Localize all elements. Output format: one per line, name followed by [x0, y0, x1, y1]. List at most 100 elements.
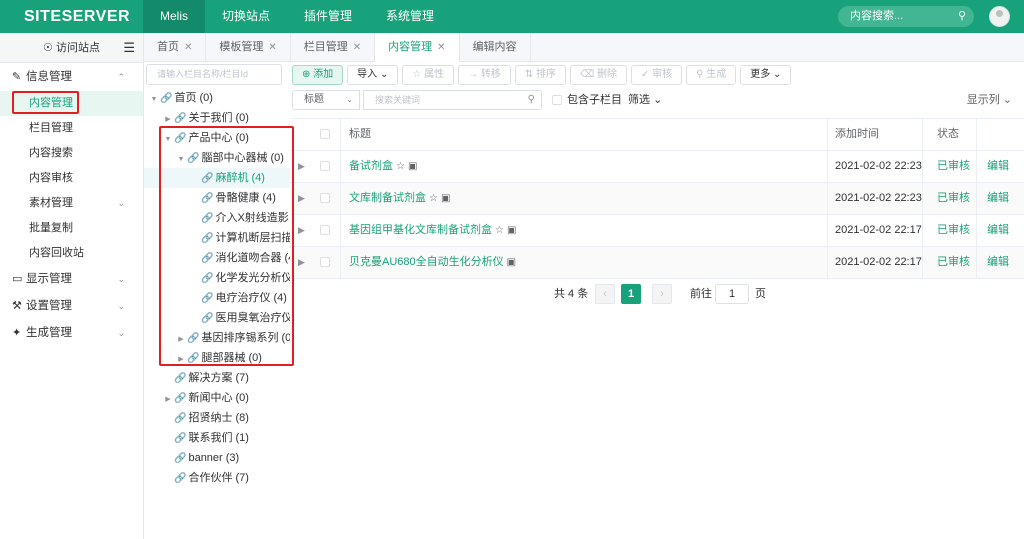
close-icon[interactable]: ✕ [184, 42, 192, 53]
checkbox[interactable] [320, 129, 330, 140]
caret-right-icon[interactable]: ▶ [162, 390, 174, 408]
nav-plugin-management[interactable]: 插件管理 [287, 0, 369, 33]
tab-edit-content[interactable]: 编辑内容 [460, 33, 531, 62]
goto-page-input[interactable]: 1 [715, 284, 749, 304]
close-icon[interactable]: ✕ [268, 42, 276, 53]
sidebar-group-info[interactable]: ✎ 信息管理 ⌃ [0, 64, 143, 91]
tree-node[interactable]: 🔗 banner (3) [144, 448, 290, 468]
attributes-button[interactable]: ☆ 属性 [402, 65, 455, 85]
edit-link[interactable]: 编辑 [987, 151, 1009, 182]
expand-icon[interactable]: ▶ [298, 215, 305, 246]
filter-dropdown[interactable]: 筛选 ⌄ [628, 90, 662, 110]
expand-icon[interactable]: ▶ [298, 151, 305, 182]
sort-button[interactable]: ⇅ 排序 [514, 65, 567, 85]
edit-link[interactable]: 编辑 [987, 247, 1009, 278]
table-row[interactable]: ▶ 备试剂盒 ☆ ▣ 2021-02-02 22:23 已审核 编辑 [290, 151, 1024, 183]
tab-bar: 首页 ✕ 模板管理 ✕ 栏目管理 ✕ 内容管理 ✕ 编辑内容 [144, 33, 1024, 62]
sidebar-item-recycle-bin[interactable]: 内容回收站 [0, 241, 143, 266]
row-checkbox[interactable] [320, 247, 330, 278]
transfer-button[interactable]: → 转移 [458, 65, 511, 85]
tree-node[interactable]: 🔗 解决方案 (7) [144, 368, 290, 388]
select-all-checkbox[interactable] [320, 119, 330, 150]
tree-node[interactable]: 🔗 合作伙伴 (7) [144, 468, 290, 488]
sidebar-item-channel-management[interactable]: 栏目管理 [0, 116, 143, 141]
import-dropdown-button[interactable]: 导入 ⌄ [347, 65, 399, 85]
tree-node[interactable]: ▼ 🔗 首页 (0) [144, 88, 290, 108]
edit-link[interactable]: 编辑 [987, 183, 1009, 214]
sidebar-item-materials[interactable]: 素材管理 ⌄ [0, 191, 143, 216]
nav-switch-site[interactable]: 切换站点 [205, 0, 287, 33]
visit-site-button[interactable]: ☉ 访问站点 [43, 42, 100, 54]
row-checkbox[interactable] [320, 183, 330, 214]
content-title-link[interactable]: 贝克曼AU680全自动生化分析仪 [349, 256, 504, 268]
filter-bar: 标题 ⌄ 搜索关键词 ⚲ 包含子栏目 筛选 ⌄ 显示列 ⌄ [292, 90, 1012, 110]
show-columns-dropdown[interactable]: 显示列 ⌄ [967, 90, 1012, 110]
compass-icon: ☉ [43, 42, 53, 54]
tab-home[interactable]: 首页 ✕ [144, 33, 207, 62]
channel-filter-input[interactable]: 请输入栏目名称/栏目Id [146, 64, 282, 85]
checkbox[interactable] [552, 95, 562, 106]
caret-down-icon[interactable]: ▼ [148, 90, 160, 108]
search-icon[interactable]: ⚲ [958, 6, 966, 27]
content-search-input[interactable]: 内容搜索... ⚲ [838, 6, 974, 27]
table-row[interactable]: ▶ 文库制备试剂盒 ☆ ▣ 2021-02-02 22:23 已审核 编辑 [290, 183, 1024, 215]
row-checkbox[interactable] [320, 215, 330, 246]
close-icon[interactable]: ✕ [353, 42, 361, 53]
close-icon[interactable]: ✕ [437, 42, 445, 53]
menu-toggle-icon[interactable]: ☰ [123, 33, 135, 63]
next-page-button[interactable]: › [652, 284, 672, 304]
review-button[interactable]: ✓ 审核 [630, 65, 683, 85]
more-dropdown-button[interactable]: 更多 ⌄ [740, 65, 792, 85]
add-button[interactable]: ⊕ 添加 [292, 65, 344, 85]
nav-system-management[interactable]: 系统管理 [369, 0, 451, 33]
tree-node[interactable]: 🔗 招贤纳士 (8) [144, 408, 290, 428]
divider [976, 183, 977, 214]
include-subchannels-checkbox[interactable]: 包含子栏目 [552, 90, 622, 110]
table-row[interactable]: ▶ 贝克曼AU680全自动生化分析仪 ▣ 2021-02-02 22:17 已审核… [290, 247, 1024, 279]
edit-link[interactable]: 编辑 [987, 215, 1009, 246]
content-title-link[interactable]: 备试剂盒 [349, 160, 393, 172]
divider [827, 151, 828, 182]
content-toolbar: ⊕ 添加 导入 ⌄ ☆ 属性 → 转移 ⇅ 排序 ⌫ 删除 ✓ 审核 ⚲ 生成 … [292, 65, 795, 85]
search-field-select[interactable]: 标题 ⌄ [292, 90, 360, 110]
tree-node[interactable]: 🔗 联系我们 (1) [144, 428, 290, 448]
button-label: 导入 [357, 69, 378, 80]
search-icon[interactable]: ⚲ [528, 91, 535, 109]
time-cell: 2021-02-02 22:17 [835, 256, 922, 268]
checkbox[interactable] [320, 193, 330, 204]
sidebar-item-content-review[interactable]: 内容审核 [0, 166, 143, 191]
sidebar-item-batch-copy[interactable]: 批量复制 [0, 216, 143, 241]
button-label: 生成 [706, 69, 727, 80]
expand-icon[interactable]: ▶ [298, 183, 305, 214]
content-title-link[interactable]: 基因组甲基化文库制备试剂盒 [349, 224, 492, 236]
expand-icon[interactable]: ▶ [298, 247, 305, 278]
checkbox[interactable] [320, 225, 330, 236]
link-icon: 🔗 [174, 373, 187, 384]
tab-channel-management[interactable]: 栏目管理 ✕ [291, 33, 376, 62]
user-avatar[interactable] [989, 6, 1010, 27]
sidebar-group-settings[interactable]: ⚒ 设置管理 ⌄ [0, 293, 143, 320]
delete-button[interactable]: ⌫ 删除 [570, 65, 627, 85]
column-header-time[interactable]: 添加时间 [835, 119, 879, 150]
siteserver-logo[interactable]: SITESERVER [24, 8, 130, 26]
tab-template-management[interactable]: 模板管理 ✕ [206, 33, 291, 62]
sidebar-item-content-search[interactable]: 内容搜索 [0, 141, 143, 166]
content-title-link[interactable]: 文库制备试剂盒 [349, 192, 426, 204]
column-header-title[interactable]: 标题 [349, 119, 371, 150]
row-checkbox[interactable] [320, 151, 330, 182]
prev-page-button[interactable]: ‹ [595, 284, 615, 304]
nav-melis[interactable]: Melis [143, 0, 206, 33]
sidebar-group-generate[interactable]: ✦ 生成管理 ⌄ [0, 320, 143, 347]
tree-node[interactable]: ▶ 🔗 新闻中心 (0) [144, 388, 290, 408]
generate-button[interactable]: ⚲ 生成 [686, 65, 737, 85]
page-number-current[interactable]: 1 [621, 284, 641, 304]
sidebar-group-display[interactable]: ▭ 显示管理 ⌄ [0, 266, 143, 293]
chevron-down-icon: ⌄ [379, 69, 389, 80]
divider [340, 215, 341, 246]
tree-node[interactable]: ▶ 🔗 关于我们 (0) [144, 108, 290, 128]
table-row[interactable]: ▶ 基因组甲基化文库制备试剂盒 ☆ ▣ 2021-02-02 22:17 已审核 编… [290, 215, 1024, 247]
checkbox[interactable] [320, 257, 330, 268]
tab-content-management[interactable]: 内容管理 ✕ [375, 33, 460, 62]
keyword-search-input[interactable]: 搜索关键词 ⚲ [363, 90, 542, 110]
checkbox[interactable] [320, 161, 330, 172]
